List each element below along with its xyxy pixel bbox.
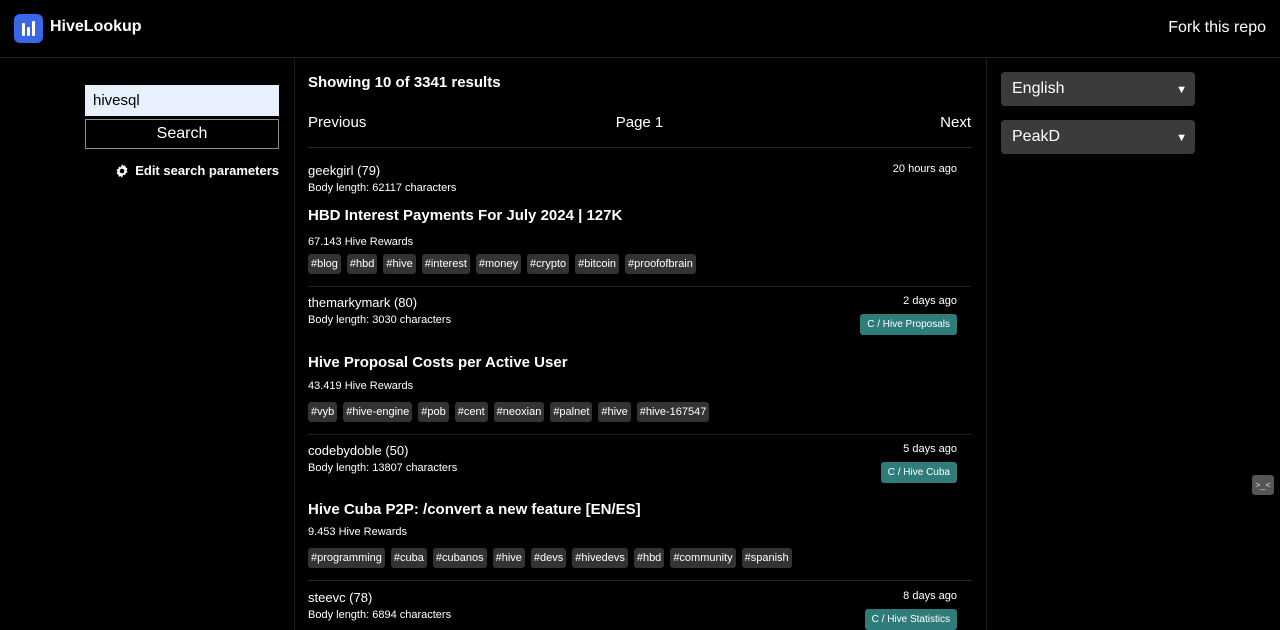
results-column: Showing 10 of 3341 results Previous Page… [294,58,987,630]
frontend-select[interactable]: PeakD ▼ [1001,120,1195,154]
edit-search-parameters-link[interactable]: Edit search parameters [115,163,279,178]
previous-page-button[interactable]: Previous [308,114,366,131]
brand-name[interactable]: HiveLookup [50,18,142,36]
post-title[interactable]: HBD Interest Payments For July 2024 | 12… [308,207,622,224]
tag[interactable]: #cent [454,402,488,422]
post-rewards: 43.419 Hive Rewards [308,380,414,392]
current-page: Page 1 [615,114,664,131]
language-select[interactable]: English ▼ [1001,72,1195,106]
post-body-length: Body length: 62117 characters [308,182,457,194]
language-select-value: English [1012,80,1065,97]
tag[interactable]: #blog [308,254,341,274]
post-author[interactable]: codebydoble (50) [308,443,408,458]
post-body-length: Body length: 13807 characters [308,462,458,474]
tag[interactable]: #cuba [390,548,427,568]
tag[interactable]: #palnet [550,402,593,422]
tag[interactable]: #community [670,548,736,568]
search-input[interactable] [85,85,279,116]
tag[interactable]: #hivedevs [572,548,628,568]
overlay-widget-icon[interactable]: >_< [1252,475,1274,495]
tag[interactable]: #hbd [346,254,378,274]
post-tags: #blog #hbd #hive #interest #money #crypt… [308,254,696,274]
tag[interactable]: #hive [492,548,525,568]
post-author[interactable]: geekgirl (79) [308,163,380,178]
post-body-length: Body length: 6894 characters [308,609,452,621]
community-badge[interactable]: C / Hive Cuba [880,462,957,483]
top-bar: HiveLookup Fork this repo [0,0,1280,58]
chevron-down-icon: ▼ [1176,132,1187,144]
post-tags: #programming #cuba #cubanos #hive #devs … [308,548,792,568]
search-button[interactable]: Search [85,119,279,149]
divider [308,147,971,148]
results-count: Showing 10 of 3341 results [308,74,501,91]
tag[interactable]: #hbd [633,548,665,568]
divider [308,286,971,287]
tag[interactable]: #money [475,254,522,274]
post-age: 8 days ago [903,590,957,602]
fork-repo-link[interactable]: Fork this repo [1168,19,1266,37]
tag[interactable]: #hive [598,402,631,422]
post-title[interactable]: Hive Proposal Costs per Active User [308,354,568,371]
post-author[interactable]: themarkymark (80) [308,295,417,310]
tag[interactable]: #bitcoin [575,254,620,274]
post-tags: #vyb #hive-engine #pob #cent #neoxian #p… [308,402,710,422]
tag[interactable]: #crypto [527,254,570,274]
frontend-select-value: PeakD [1012,128,1061,145]
post-age: 5 days ago [903,443,957,455]
gear-icon [116,163,128,178]
tag[interactable]: #devs [530,548,567,568]
edit-search-parameters-label: Edit search parameters [135,163,279,178]
left-sidebar: Search Edit search parameters [0,58,295,630]
tag[interactable]: #cubanos [432,548,487,568]
tag[interactable]: #hive-167547 [636,402,710,422]
pagination: Previous Page 1 Next [308,114,971,134]
post-age: 2 days ago [903,295,957,307]
tag[interactable]: #spanish [741,548,792,568]
hivelookup-logo-icon[interactable] [14,14,43,43]
post-title[interactable]: Hive Cuba P2P: /convert a new feature [E… [308,501,641,518]
tag[interactable]: #hive-engine [343,402,413,422]
divider [308,580,971,581]
tag[interactable]: #neoxian [493,402,545,422]
post-rewards: 9.453 Hive Rewards [308,526,408,538]
tag[interactable]: #vyb [308,402,338,422]
post-body-length: Body length: 3030 characters [308,314,452,326]
tag[interactable]: #proofofbrain [625,254,696,274]
community-badge[interactable]: C / Hive Proposals [860,314,957,335]
tag[interactable]: #pob [418,402,449,422]
chevron-down-icon: ▼ [1176,84,1187,96]
post-rewards: 67.143 Hive Rewards [308,236,414,248]
next-page-button[interactable]: Next [940,114,971,131]
tag[interactable]: #hive [383,254,416,274]
tag[interactable]: #interest [421,254,470,274]
community-badge[interactable]: C / Hive Statistics [864,609,957,630]
divider [308,434,971,435]
tag[interactable]: #programming [308,548,385,568]
post-age: 20 hours ago [892,163,957,175]
post-author[interactable]: steevc (78) [308,590,372,605]
